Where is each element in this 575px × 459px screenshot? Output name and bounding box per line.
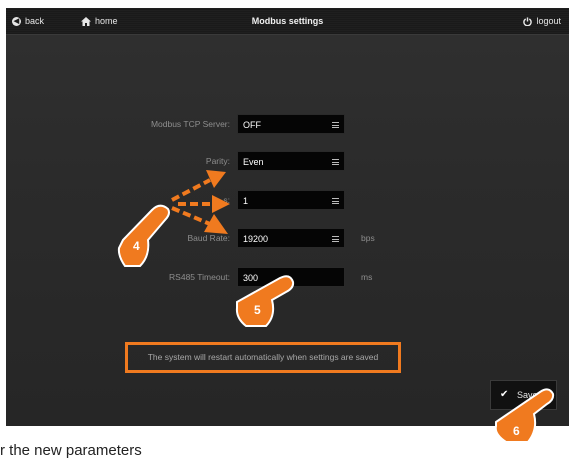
arrow-to-stop-bits: [178, 195, 230, 213]
tutorial-annotations: 4 5 6: [117, 170, 555, 443]
arrow-to-parity: [171, 170, 226, 202]
hand-pointer-icon-step-4: 4: [117, 204, 170, 267]
step-4-number: 4: [133, 239, 140, 253]
hand-pointer-icon-step-6: 6: [494, 388, 555, 443]
step-6-number: 6: [513, 424, 520, 438]
arrow-to-baud-rate: [171, 206, 228, 234]
caption-text: r the new parameters: [0, 442, 142, 459]
step-5-number: 5: [254, 303, 261, 317]
hand-pointer-icon-step-5: 5: [235, 275, 295, 327]
